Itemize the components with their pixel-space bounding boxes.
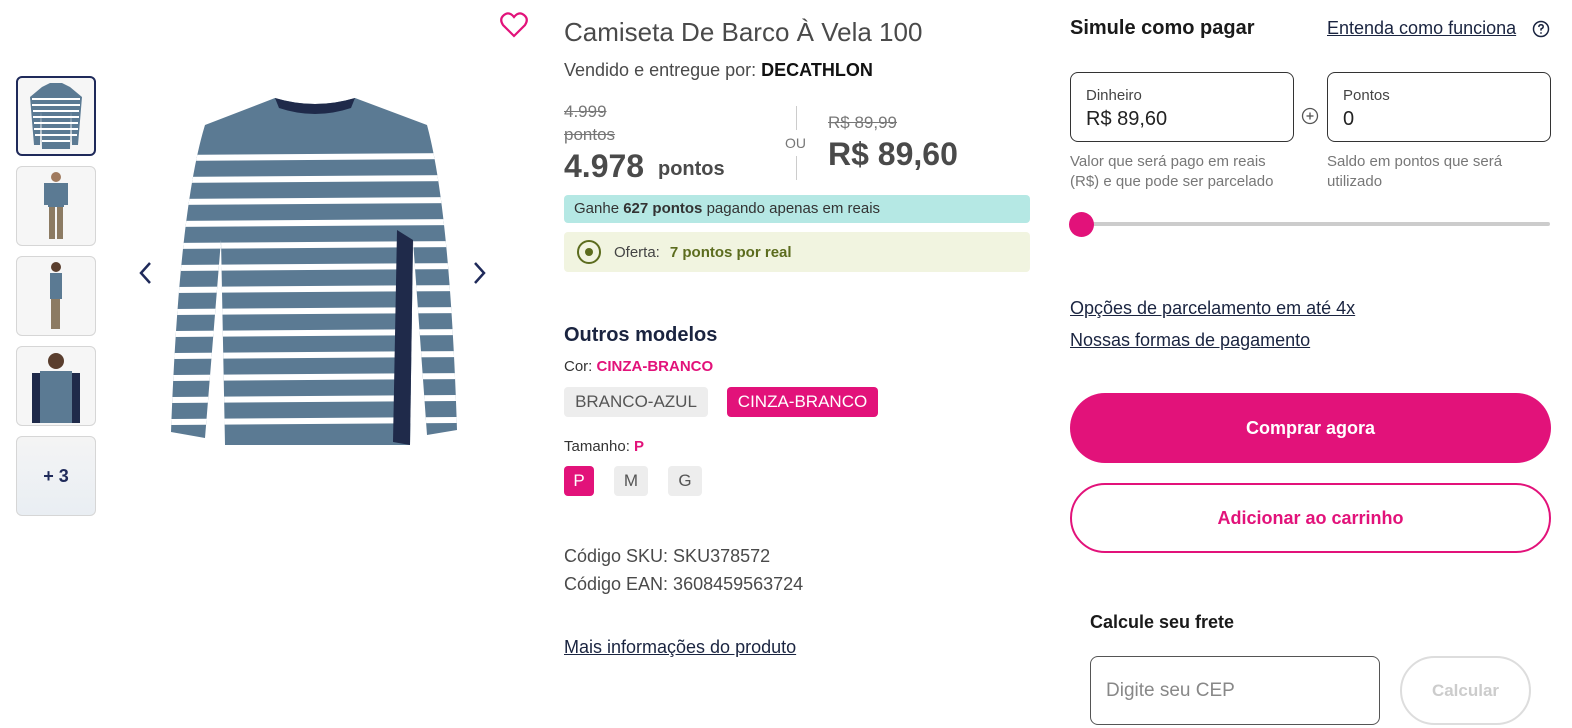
product-title: Camiseta De Barco À Vela 100 <box>564 17 923 47</box>
money-field-label: Dinheiro <box>1086 87 1142 104</box>
model-front-thumbnail-image <box>44 172 68 239</box>
earn-points: 627 pontos <box>623 200 703 217</box>
points-field-value: 0 <box>1343 108 1355 130</box>
points-price: 4.978 <box>564 148 645 184</box>
chevron-right-icon <box>474 262 486 284</box>
color-label-text: Cor: <box>564 358 593 375</box>
points-unit: pontos <box>658 158 725 180</box>
size-label: Tamanho: P <box>564 438 644 455</box>
divider <box>796 106 797 130</box>
model-side-thumbnail-image <box>50 262 62 329</box>
or-label: OU <box>785 135 806 151</box>
cep-input[interactable]: Digite seu CEP <box>1090 656 1380 725</box>
model-back-thumbnail-image <box>32 353 80 423</box>
money-field-value: R$ 89,60 <box>1086 108 1168 130</box>
installments-link[interactable]: Opções de parcelamento em até 4x <box>1070 298 1355 319</box>
money-field[interactable]: Dinheiro R$ 89,60 <box>1070 72 1294 142</box>
add-to-cart-button[interactable]: Adicionar ao carrinho <box>1070 483 1551 553</box>
more-info-link[interactable]: Mais informações do produto <box>564 637 796 658</box>
size-label-text: Tamanho: <box>564 438 630 455</box>
seller-name: DECATHLON <box>761 60 873 80</box>
plus-circle-icon <box>1301 107 1319 125</box>
offer-label: Oferta: <box>614 243 660 261</box>
color-option-branco-azul[interactable]: BRANCO-AZUL <box>564 387 708 417</box>
divider <box>796 156 797 180</box>
payment-methods-link[interactable]: Nossas formas de pagamento <box>1070 330 1310 351</box>
size-option-m[interactable]: M <box>614 466 648 496</box>
thumbnail-1[interactable] <box>16 76 96 156</box>
previous-image-button[interactable] <box>133 261 157 285</box>
money-help-text: Valor que será pago em reais (R$) e que … <box>1070 153 1274 190</box>
more-images-count: + 3 <box>43 465 69 486</box>
thumbnail-list: + 3 <box>16 76 96 526</box>
earn-suffix: pagando apenas em reais <box>706 200 881 217</box>
size-selected: P <box>634 438 645 455</box>
seller-info: Vendido e entregue por: DECATHLON <box>564 60 873 81</box>
next-image-button[interactable] <box>468 261 492 285</box>
old-price: R$ 89,99 <box>828 113 897 132</box>
target-icon <box>577 240 601 264</box>
thumbnail-4[interactable] <box>16 346 96 426</box>
size-option-p[interactable]: P <box>564 466 594 496</box>
product-main-image <box>165 90 465 460</box>
shirt-thumbnail-image <box>30 83 82 149</box>
striped-shirt-image <box>171 98 457 445</box>
size-option-g[interactable]: G <box>668 466 702 496</box>
offer-banner: Oferta: 7 pontos por real <box>564 232 1030 272</box>
points-field[interactable]: Pontos 0 <box>1327 72 1551 142</box>
points-slider-thumb[interactable] <box>1069 212 1094 237</box>
ean-code: Código EAN: 3608459563724 <box>564 574 804 594</box>
color-selected: CINZA-BRANCO <box>596 358 714 375</box>
chevron-left-icon <box>139 262 151 284</box>
thumbnail-2[interactable] <box>16 166 96 246</box>
color-label: Cor: CINZA-BRANCO <box>564 358 713 375</box>
help-icon[interactable] <box>1532 20 1550 38</box>
other-models-title: Outros modelos <box>564 324 718 346</box>
points-help-text: Saldo em pontos que será utilizado <box>1327 153 1503 190</box>
earn-prefix: Ganhe <box>574 200 620 217</box>
how-it-works-link[interactable]: Entenda como funciona <box>1327 18 1516 39</box>
color-option-cinza-branco[interactable]: CINZA-BRANCO <box>727 387 878 417</box>
simulator-title: Simule como pagar <box>1070 17 1255 39</box>
seller-prefix: Vendido e entregue por: <box>564 60 757 80</box>
thumbnail-more[interactable]: + 3 <box>16 436 96 516</box>
current-price: R$ 89,60 <box>828 136 958 172</box>
favorite-button[interactable] <box>500 12 528 40</box>
sku-code: Código SKU: SKU378572 <box>564 546 771 566</box>
earn-points-banner: Ganhe 627 pontos pagando apenas em reais <box>564 195 1030 223</box>
offer-value: 7 pontos por real <box>669 243 792 261</box>
points-field-label: Pontos <box>1343 87 1390 104</box>
points-slider-track[interactable] <box>1080 222 1550 226</box>
thumbnail-3[interactable] <box>16 256 96 336</box>
buy-now-button[interactable]: Comprar agora <box>1070 393 1551 463</box>
old-points: 4.999 pontos <box>564 102 616 144</box>
calculate-shipping-button[interactable]: Calcular <box>1400 656 1531 725</box>
heart-icon <box>500 12 528 38</box>
shipping-title: Calcule seu frete <box>1090 612 1235 632</box>
